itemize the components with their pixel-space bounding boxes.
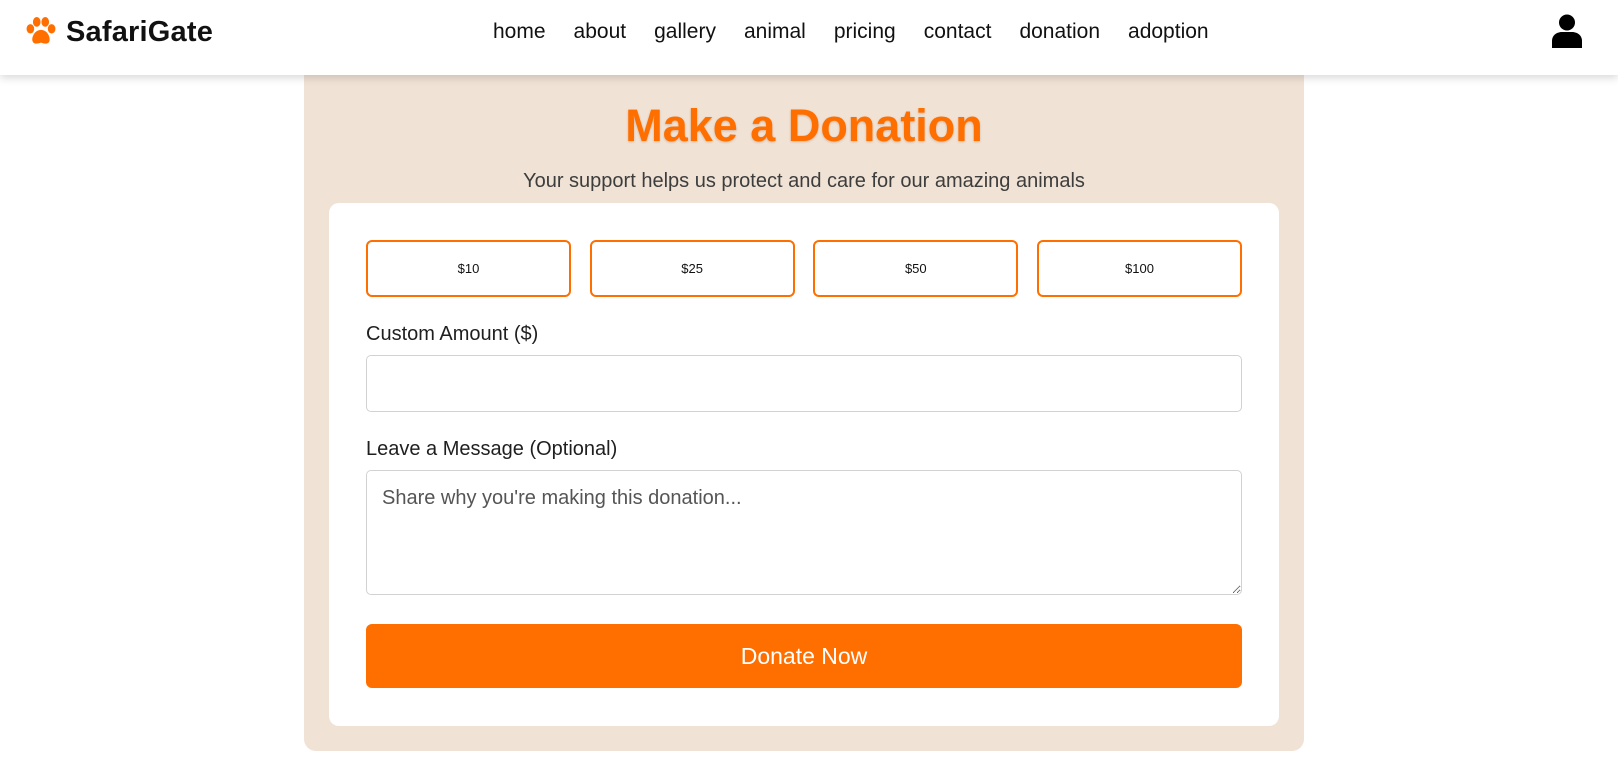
donation-subtitle: Your support helps us protect and care f… [523,170,1085,192]
preset-amounts: $10 $25 $50 $100 [366,240,1242,298]
donate-now-button[interactable]: Donate Now [366,624,1242,688]
amount-button-100[interactable]: $100 [1036,240,1242,297]
custom-amount-label: Custom Amount ($) [366,323,539,345]
amount-button-50[interactable]: $50 [813,240,1019,297]
main-nav: home about gallery animal pricing contac… [493,16,1237,48]
donation-form: $10 $25 $50 $100 Custom Amount ($) Leave… [329,203,1279,726]
nav-link-contact[interactable]: contact [924,16,992,48]
donation-title: Make a Donation [625,100,983,151]
nav-link-donation[interactable]: donation [1019,16,1100,48]
nav-link-pricing[interactable]: pricing [834,16,896,48]
brand-name: SafariGate [66,15,214,48]
nav-link-about[interactable]: about [574,16,627,48]
amount-button-10[interactable]: $10 [366,240,571,297]
nav-link-home[interactable]: home [493,16,546,48]
message-label: Leave a Message (Optional) [366,438,618,460]
nav-link-gallery[interactable]: gallery [654,16,716,48]
nav-link-adoption[interactable]: adoption [1128,16,1209,48]
donation-section: Make a Donation Your support helps us pr… [304,40,1304,751]
message-textarea[interactable] [366,470,1242,595]
navbar: SafariGate home about gallery animal pri… [0,0,1618,75]
nav-link-animal[interactable]: animal [744,16,806,48]
amount-button-25[interactable]: $25 [589,240,795,297]
custom-amount-input[interactable] [366,355,1242,412]
paw-icon [26,17,56,44]
brand-logo[interactable]: SafariGate [24,14,213,50]
user-icon[interactable] [1552,14,1582,48]
